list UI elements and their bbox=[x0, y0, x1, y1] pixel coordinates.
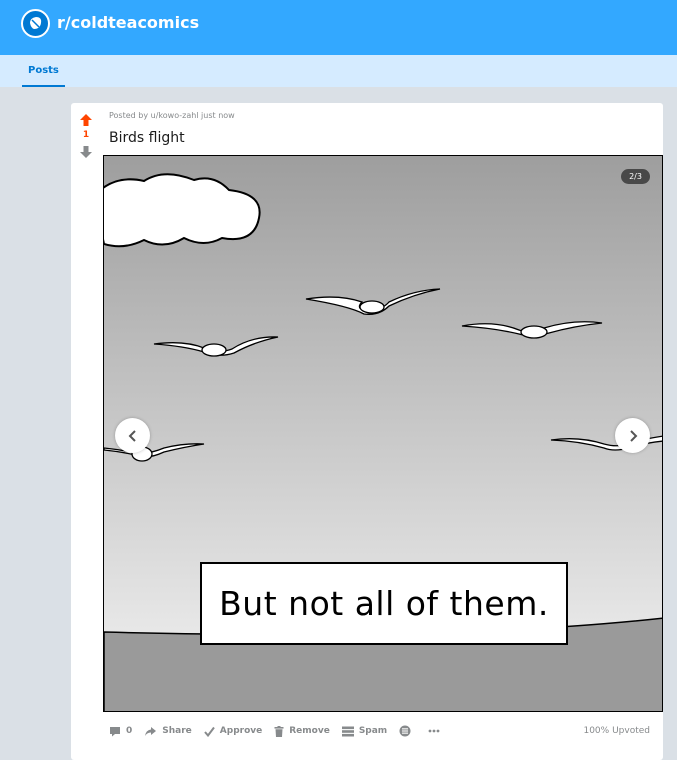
subreddit-name[interactable]: r/coldteacomics bbox=[57, 13, 199, 33]
approve-label: Approve bbox=[219, 726, 263, 736]
upvote-arrow-icon[interactable] bbox=[79, 112, 93, 126]
tab-posts[interactable]: Posts bbox=[22, 55, 65, 87]
subreddit-icon[interactable] bbox=[21, 9, 50, 38]
gallery-counter: 2/3 bbox=[621, 169, 650, 184]
share-button[interactable]: Share bbox=[144, 725, 192, 737]
remove-button[interactable]: Remove bbox=[274, 725, 330, 737]
post-actions-bar: 0 Share Approve Remove Spam bbox=[109, 722, 457, 740]
spam-label: Spam bbox=[358, 726, 388, 736]
spam-button[interactable]: Spam bbox=[341, 725, 388, 737]
checkmark-icon bbox=[204, 726, 215, 737]
chevron-right-icon bbox=[629, 429, 637, 442]
share-icon bbox=[145, 726, 157, 736]
share-label: Share bbox=[162, 726, 192, 736]
mod-options-button[interactable] bbox=[399, 725, 416, 737]
downvote-arrow-icon[interactable] bbox=[79, 144, 93, 158]
comic-caption-box: But not all of them. bbox=[200, 562, 568, 645]
subreddit-header: r/coldteacomics bbox=[0, 0, 677, 55]
gallery-next-button[interactable] bbox=[615, 418, 650, 453]
upvote-ratio: 100% Upvoted bbox=[583, 726, 650, 736]
comment-count: 0 bbox=[126, 726, 133, 736]
post-title[interactable]: Birds flight bbox=[109, 129, 185, 147]
gallery-previous-button[interactable] bbox=[115, 418, 150, 453]
vote-score: 1 bbox=[82, 130, 90, 140]
more-options-button[interactable] bbox=[428, 729, 445, 733]
comic-caption: But not all of them. bbox=[219, 584, 549, 623]
image-gallery[interactable]: 2/3 But not all of them. bbox=[103, 155, 663, 712]
approve-button[interactable]: Approve bbox=[204, 725, 262, 737]
comment-icon bbox=[110, 726, 120, 736]
trash-icon bbox=[274, 725, 284, 737]
vote-column: 1 bbox=[79, 112, 93, 158]
ellipsis-icon bbox=[428, 729, 440, 733]
post-meta: Posted by u/kowo-zahl just now bbox=[109, 111, 235, 120]
comments-button[interactable]: 0 bbox=[109, 725, 132, 737]
mod-shield-icon bbox=[399, 725, 411, 737]
spam-icon bbox=[341, 726, 354, 736]
remove-label: Remove bbox=[289, 726, 330, 736]
chevron-left-icon bbox=[128, 429, 136, 442]
tab-bar: Posts bbox=[0, 55, 677, 87]
post-card: 1 Posted by u/kowo-zahl just now Birds f… bbox=[71, 103, 663, 760]
